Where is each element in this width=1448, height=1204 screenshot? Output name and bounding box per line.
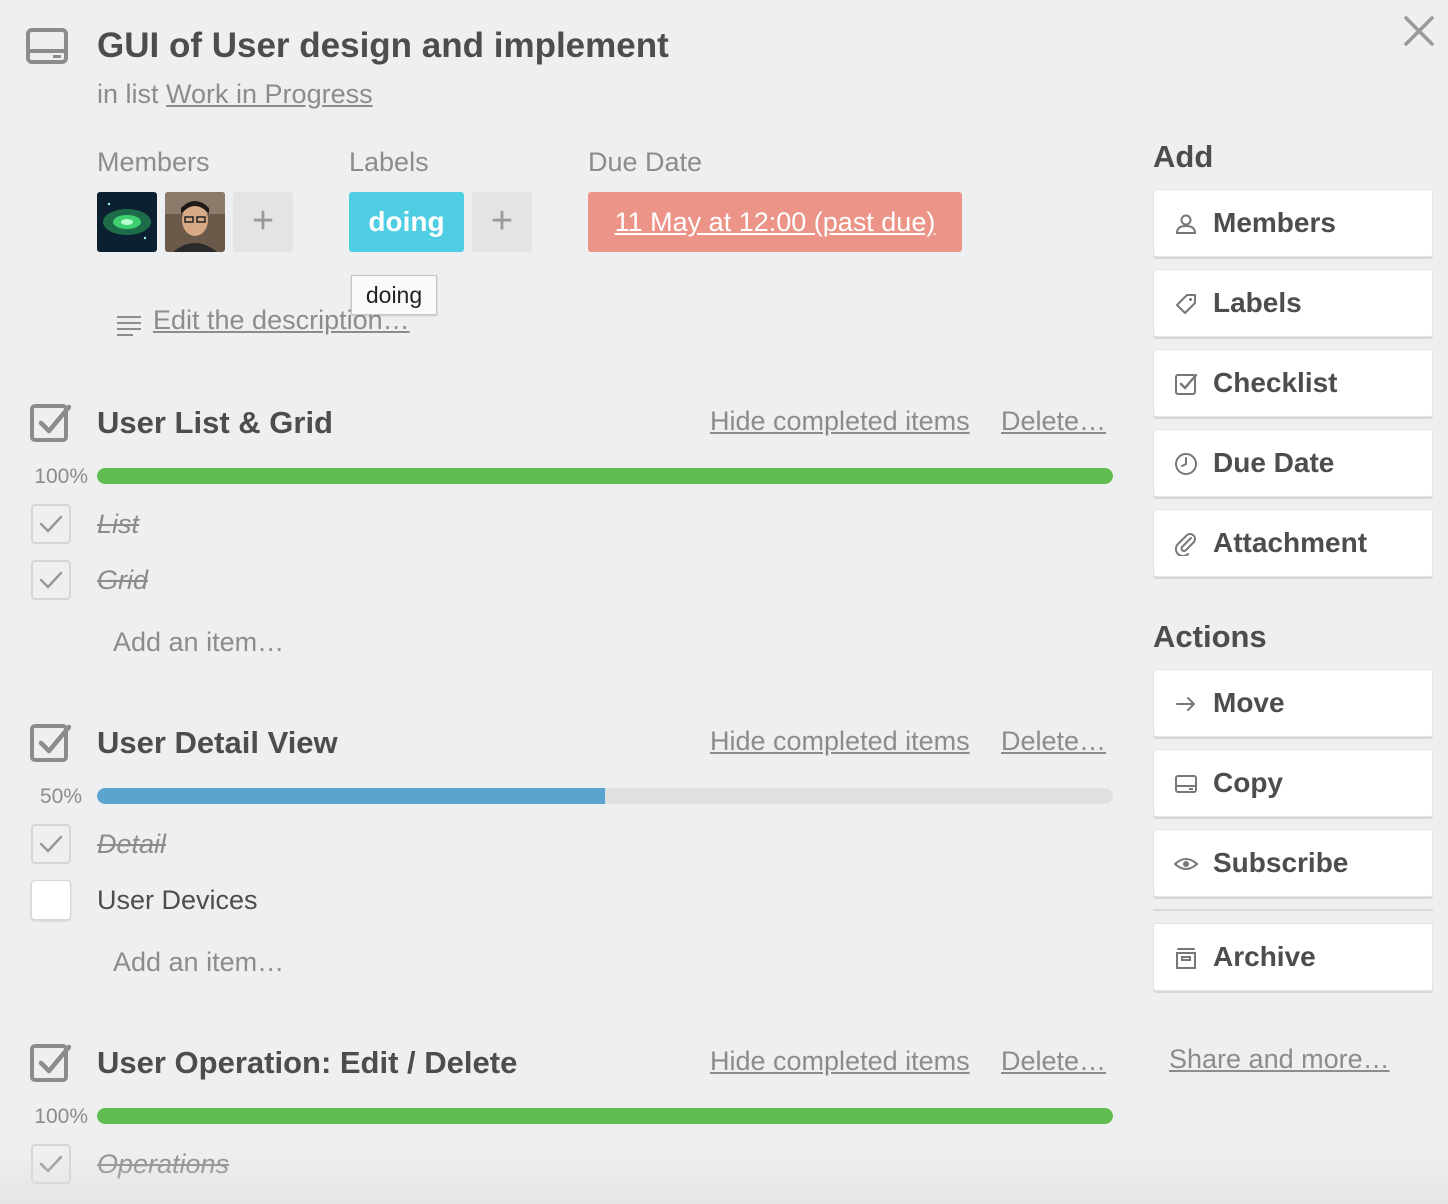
list-prefix: in list bbox=[97, 79, 159, 109]
sidebar-checklist-button[interactable]: Checklist bbox=[1153, 349, 1433, 417]
progress-fill bbox=[97, 1108, 1113, 1124]
tag-icon bbox=[1176, 294, 1196, 314]
sidebar-due-date-button[interactable]: Due Date bbox=[1153, 429, 1433, 497]
due-date-badge[interactable]: 11 May at 12:00 (past due) bbox=[588, 192, 962, 252]
progress-fill bbox=[97, 468, 1113, 484]
card-title[interactable]: GUI of User design and implement bbox=[97, 26, 669, 66]
sidebar-subscribe-button[interactable]: Subscribe bbox=[1153, 829, 1433, 897]
sidebar-copy-button[interactable]: Copy bbox=[1153, 749, 1433, 817]
person-icon bbox=[1175, 214, 1197, 234]
checklist-item-text[interactable]: Detail bbox=[97, 829, 166, 860]
actions-heading: Actions bbox=[1153, 619, 1267, 654]
checklist-title[interactable]: User List & Grid bbox=[97, 405, 333, 441]
sidebar-archive-button[interactable]: Archive bbox=[1153, 923, 1433, 991]
check-icon bbox=[39, 1155, 63, 1173]
close-icon[interactable] bbox=[1400, 12, 1438, 50]
button-label: Copy bbox=[1213, 767, 1283, 798]
hide-completed-link[interactable]: Hide completed items bbox=[710, 1046, 970, 1077]
card-icon bbox=[26, 28, 68, 64]
button-label: Subscribe bbox=[1213, 847, 1349, 878]
sidebar-attachment-button[interactable]: Attachment bbox=[1153, 509, 1433, 577]
checklist-item-text[interactable]: List bbox=[97, 509, 139, 540]
check-icon bbox=[39, 835, 63, 853]
add-label-button[interactable]: + bbox=[472, 192, 532, 252]
arrow-right-icon bbox=[1176, 697, 1195, 711]
list-link[interactable]: Work in Progress bbox=[166, 79, 373, 109]
clock-icon bbox=[1175, 453, 1197, 475]
button-label: Due Date bbox=[1213, 447, 1335, 478]
progress-bar bbox=[97, 1108, 1113, 1124]
checklist-checkbox[interactable] bbox=[31, 880, 71, 920]
button-label: Archive bbox=[1213, 941, 1316, 972]
check-icon bbox=[39, 515, 63, 533]
checkbox-icon bbox=[1175, 373, 1198, 395]
checklist-title[interactable]: User Detail View bbox=[97, 725, 338, 761]
progress-fill bbox=[97, 788, 605, 804]
paperclip-icon bbox=[1174, 533, 1196, 556]
description-icon bbox=[117, 316, 141, 336]
members-heading: Members bbox=[97, 147, 210, 177]
checklist-icon bbox=[30, 404, 71, 442]
avatar-member-2[interactable] bbox=[165, 192, 225, 252]
archive-icon bbox=[1176, 948, 1196, 969]
button-label: Checklist bbox=[1213, 367, 1338, 398]
add-item-link[interactable]: Add an item… bbox=[113, 947, 284, 978]
hide-completed-link[interactable]: Hide completed items bbox=[710, 726, 970, 757]
sidebar-labels-button[interactable]: Labels bbox=[1153, 269, 1433, 337]
sidebar-members-button[interactable]: Members bbox=[1153, 189, 1433, 257]
eye-icon bbox=[1174, 858, 1198, 870]
label-chip-doing[interactable]: doing bbox=[349, 192, 464, 252]
add-heading: Add bbox=[1153, 139, 1214, 174]
delete-checklist-link[interactable]: Delete… bbox=[1001, 726, 1106, 757]
add-item-link[interactable]: Add an item… bbox=[113, 627, 284, 658]
progress-percent: 100% bbox=[34, 1105, 88, 1128]
label-tooltip: doing bbox=[351, 275, 437, 315]
labels-heading: Labels bbox=[349, 147, 429, 177]
sidebar-divider bbox=[1153, 909, 1433, 911]
checklist-item-text[interactable]: Operations bbox=[97, 1149, 229, 1180]
button-label: Members bbox=[1213, 207, 1336, 238]
checklist-checkbox[interactable] bbox=[31, 1144, 71, 1184]
hide-completed-link[interactable]: Hide completed items bbox=[710, 406, 970, 437]
checklist-checkbox[interactable] bbox=[31, 560, 71, 600]
checklist-item-text[interactable]: User Devices bbox=[97, 885, 258, 916]
checklist-title[interactable]: User Operation: Edit / Delete bbox=[97, 1045, 517, 1081]
sidebar-move-button[interactable]: Move bbox=[1153, 669, 1433, 737]
checklist-icon bbox=[30, 724, 71, 762]
progress-percent: 50% bbox=[39, 785, 82, 808]
add-member-button[interactable]: + bbox=[233, 192, 293, 252]
check-icon bbox=[39, 571, 63, 589]
delete-checklist-link[interactable]: Delete… bbox=[1001, 406, 1106, 437]
card-icon bbox=[1175, 775, 1197, 793]
checklist-checkbox[interactable] bbox=[31, 824, 71, 864]
checklist-item-text[interactable]: Grid bbox=[97, 565, 148, 596]
checklist-checkbox[interactable] bbox=[31, 504, 71, 544]
progress-percent: 100% bbox=[34, 465, 88, 488]
checklist-icon bbox=[30, 1044, 71, 1082]
avatar-member-1[interactable] bbox=[97, 192, 157, 252]
share-and-more-link[interactable]: Share and more… bbox=[1169, 1044, 1390, 1075]
button-label: Attachment bbox=[1213, 527, 1368, 558]
list-info: in list Work in Progress bbox=[97, 79, 373, 110]
due-date-heading: Due Date bbox=[588, 147, 703, 177]
button-label: Labels bbox=[1213, 287, 1302, 318]
progress-bar bbox=[97, 468, 1113, 484]
delete-checklist-link[interactable]: Delete… bbox=[1001, 1046, 1106, 1077]
button-label: Move bbox=[1213, 687, 1285, 718]
progress-bar bbox=[97, 788, 1113, 804]
